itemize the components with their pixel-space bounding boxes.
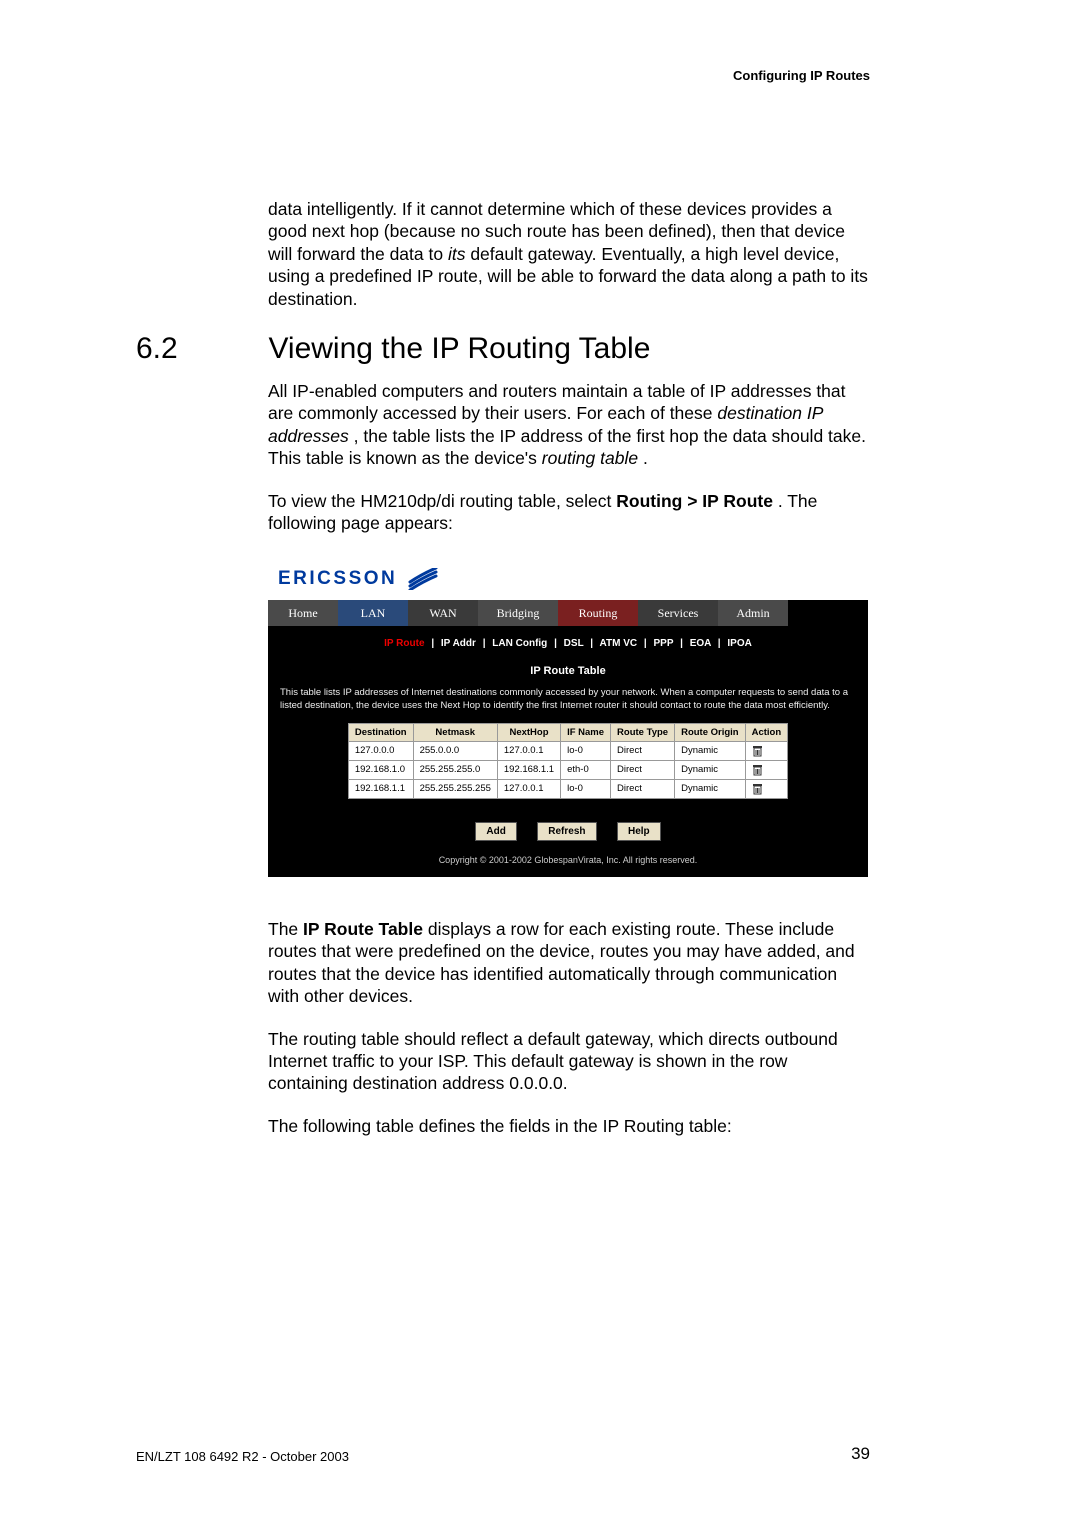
table-row: 192.168.1.0 255.255.255.0 192.168.1.1 et…: [348, 760, 787, 779]
subnav-item[interactable]: IPOA: [727, 638, 751, 649]
cell-nexthop: 127.0.0.1: [497, 779, 560, 798]
cell-routeorigin: Dynamic: [675, 760, 746, 779]
add-button[interactable]: Add: [475, 822, 516, 841]
subnav-item[interactable]: ATM VC: [600, 638, 638, 649]
cell-destination: 192.168.1.1: [348, 779, 413, 798]
cell-routeorigin: Dynamic: [675, 741, 746, 760]
subnav-item[interactable]: PPP: [653, 638, 673, 649]
after-shot-body: The IP Route Table displays a row for ea…: [268, 918, 868, 1157]
cell-action[interactable]: [745, 779, 788, 798]
table-row: 127.0.0.0 255.0.0.0 127.0.0.1 lo-0 Direc…: [348, 741, 787, 760]
p2d: routing table: [542, 448, 638, 468]
cell-ifname: lo-0: [561, 779, 611, 798]
heading-number: 6.2: [136, 332, 264, 366]
cell-netmask: 255.255.255.0: [413, 760, 497, 779]
cell-destination: 127.0.0.0: [348, 741, 413, 760]
copyright: Copyright © 2001-2002 GlobespanVirata, I…: [268, 845, 868, 877]
trash-icon[interactable]: [752, 783, 782, 795]
subnav-item[interactable]: LAN Config: [492, 638, 547, 649]
brand-logo-icon: [408, 568, 438, 590]
brand-name: ERICSSON: [278, 568, 397, 590]
para-3: The IP Route Table displays a row for ea…: [268, 918, 868, 1008]
nav-wan[interactable]: WAN: [408, 600, 478, 626]
p3b: Routing > IP Route: [616, 491, 773, 511]
th-netmask: Netmask: [413, 723, 497, 741]
cell-destination: 192.168.1.0: [348, 760, 413, 779]
button-row: Add Refresh Help: [268, 807, 868, 845]
heading-title: Viewing the IP Routing Table: [268, 332, 650, 366]
top-nav: Home LAN WAN Bridging Routing Services A…: [268, 600, 868, 626]
cell-netmask: 255.0.0.0: [413, 741, 497, 760]
trash-icon[interactable]: [752, 764, 782, 776]
table-row: 192.168.1.1 255.255.255.255 127.0.0.1 lo…: [348, 779, 787, 798]
page: Configuring IP Routes data intelligently…: [0, 0, 1080, 1528]
th-routeorigin: Route Origin: [675, 723, 746, 741]
route-table-title: IP Route Table: [280, 665, 856, 677]
p4a: The: [268, 919, 303, 939]
cell-routetype: Direct: [611, 760, 675, 779]
para-4: The routing table should reflect a defau…: [268, 1028, 868, 1095]
nav-routing[interactable]: Routing: [558, 600, 638, 626]
section-body: All IP-enabled computers and routers mai…: [268, 380, 868, 554]
nav-home[interactable]: Home: [268, 600, 338, 626]
cell-ifname: eth-0: [561, 760, 611, 779]
running-head: Configuring IP Routes: [733, 68, 870, 83]
sub-nav: IP Route | IP Addr | LAN Config | DSL | …: [268, 626, 868, 651]
route-table-desc: This table lists IP addresses of Interne…: [280, 687, 856, 713]
th-destination: Destination: [348, 723, 413, 741]
para-1: All IP-enabled computers and routers mai…: [268, 380, 868, 470]
nav-services[interactable]: Services: [638, 600, 718, 626]
para-2: To view the HM210dp/di routing table, se…: [268, 490, 868, 535]
p3a: To view the HM210dp/di routing table, se…: [268, 491, 616, 511]
intro-text-its: its: [448, 244, 466, 264]
para-5: The following table defines the fields i…: [268, 1115, 868, 1137]
brand-bar: ERICSSON: [268, 560, 868, 596]
route-table-panel: IP Route Table This table lists IP addre…: [268, 651, 868, 807]
router-admin-screenshot: ERICSSON Home LAN WAN Bridging Routing S…: [268, 560, 868, 877]
subnav-active[interactable]: IP Route: [384, 638, 424, 649]
intro-paragraph: data intelligently. If it cannot determi…: [268, 198, 868, 310]
th-nexthop: NextHop: [497, 723, 560, 741]
ip-route-table: Destination Netmask NextHop IF Name Rout…: [348, 723, 788, 799]
cell-action[interactable]: [745, 760, 788, 779]
cell-nexthop: 127.0.0.1: [497, 741, 560, 760]
cell-routetype: Direct: [611, 779, 675, 798]
table-header-row: Destination Netmask NextHop IF Name Rout…: [348, 723, 787, 741]
subnav-item[interactable]: DSL: [564, 638, 584, 649]
nav-lan[interactable]: LAN: [338, 600, 408, 626]
p2e: .: [643, 448, 648, 468]
cell-action[interactable]: [745, 741, 788, 760]
th-ifname: IF Name: [561, 723, 611, 741]
nav-admin[interactable]: Admin: [718, 600, 788, 626]
subnav-item[interactable]: IP Addr: [441, 638, 476, 649]
nav-bridging[interactable]: Bridging: [478, 600, 558, 626]
cell-routetype: Direct: [611, 741, 675, 760]
footer-page-number: 39: [851, 1444, 870, 1464]
trash-icon[interactable]: [752, 745, 782, 757]
subnav-item[interactable]: EOA: [690, 638, 711, 649]
cell-netmask: 255.255.255.255: [413, 779, 497, 798]
th-routetype: Route Type: [611, 723, 675, 741]
refresh-button[interactable]: Refresh: [537, 822, 596, 841]
th-action: Action: [745, 723, 788, 741]
cell-ifname: lo-0: [561, 741, 611, 760]
cell-nexthop: 192.168.1.1: [497, 760, 560, 779]
help-button[interactable]: Help: [617, 822, 661, 841]
cell-routeorigin: Dynamic: [675, 779, 746, 798]
footer-left: EN/LZT 108 6492 R2 - October 2003: [136, 1449, 349, 1464]
section-heading: 6.2 Viewing the IP Routing Table: [136, 332, 876, 366]
p4b: IP Route Table: [303, 919, 423, 939]
